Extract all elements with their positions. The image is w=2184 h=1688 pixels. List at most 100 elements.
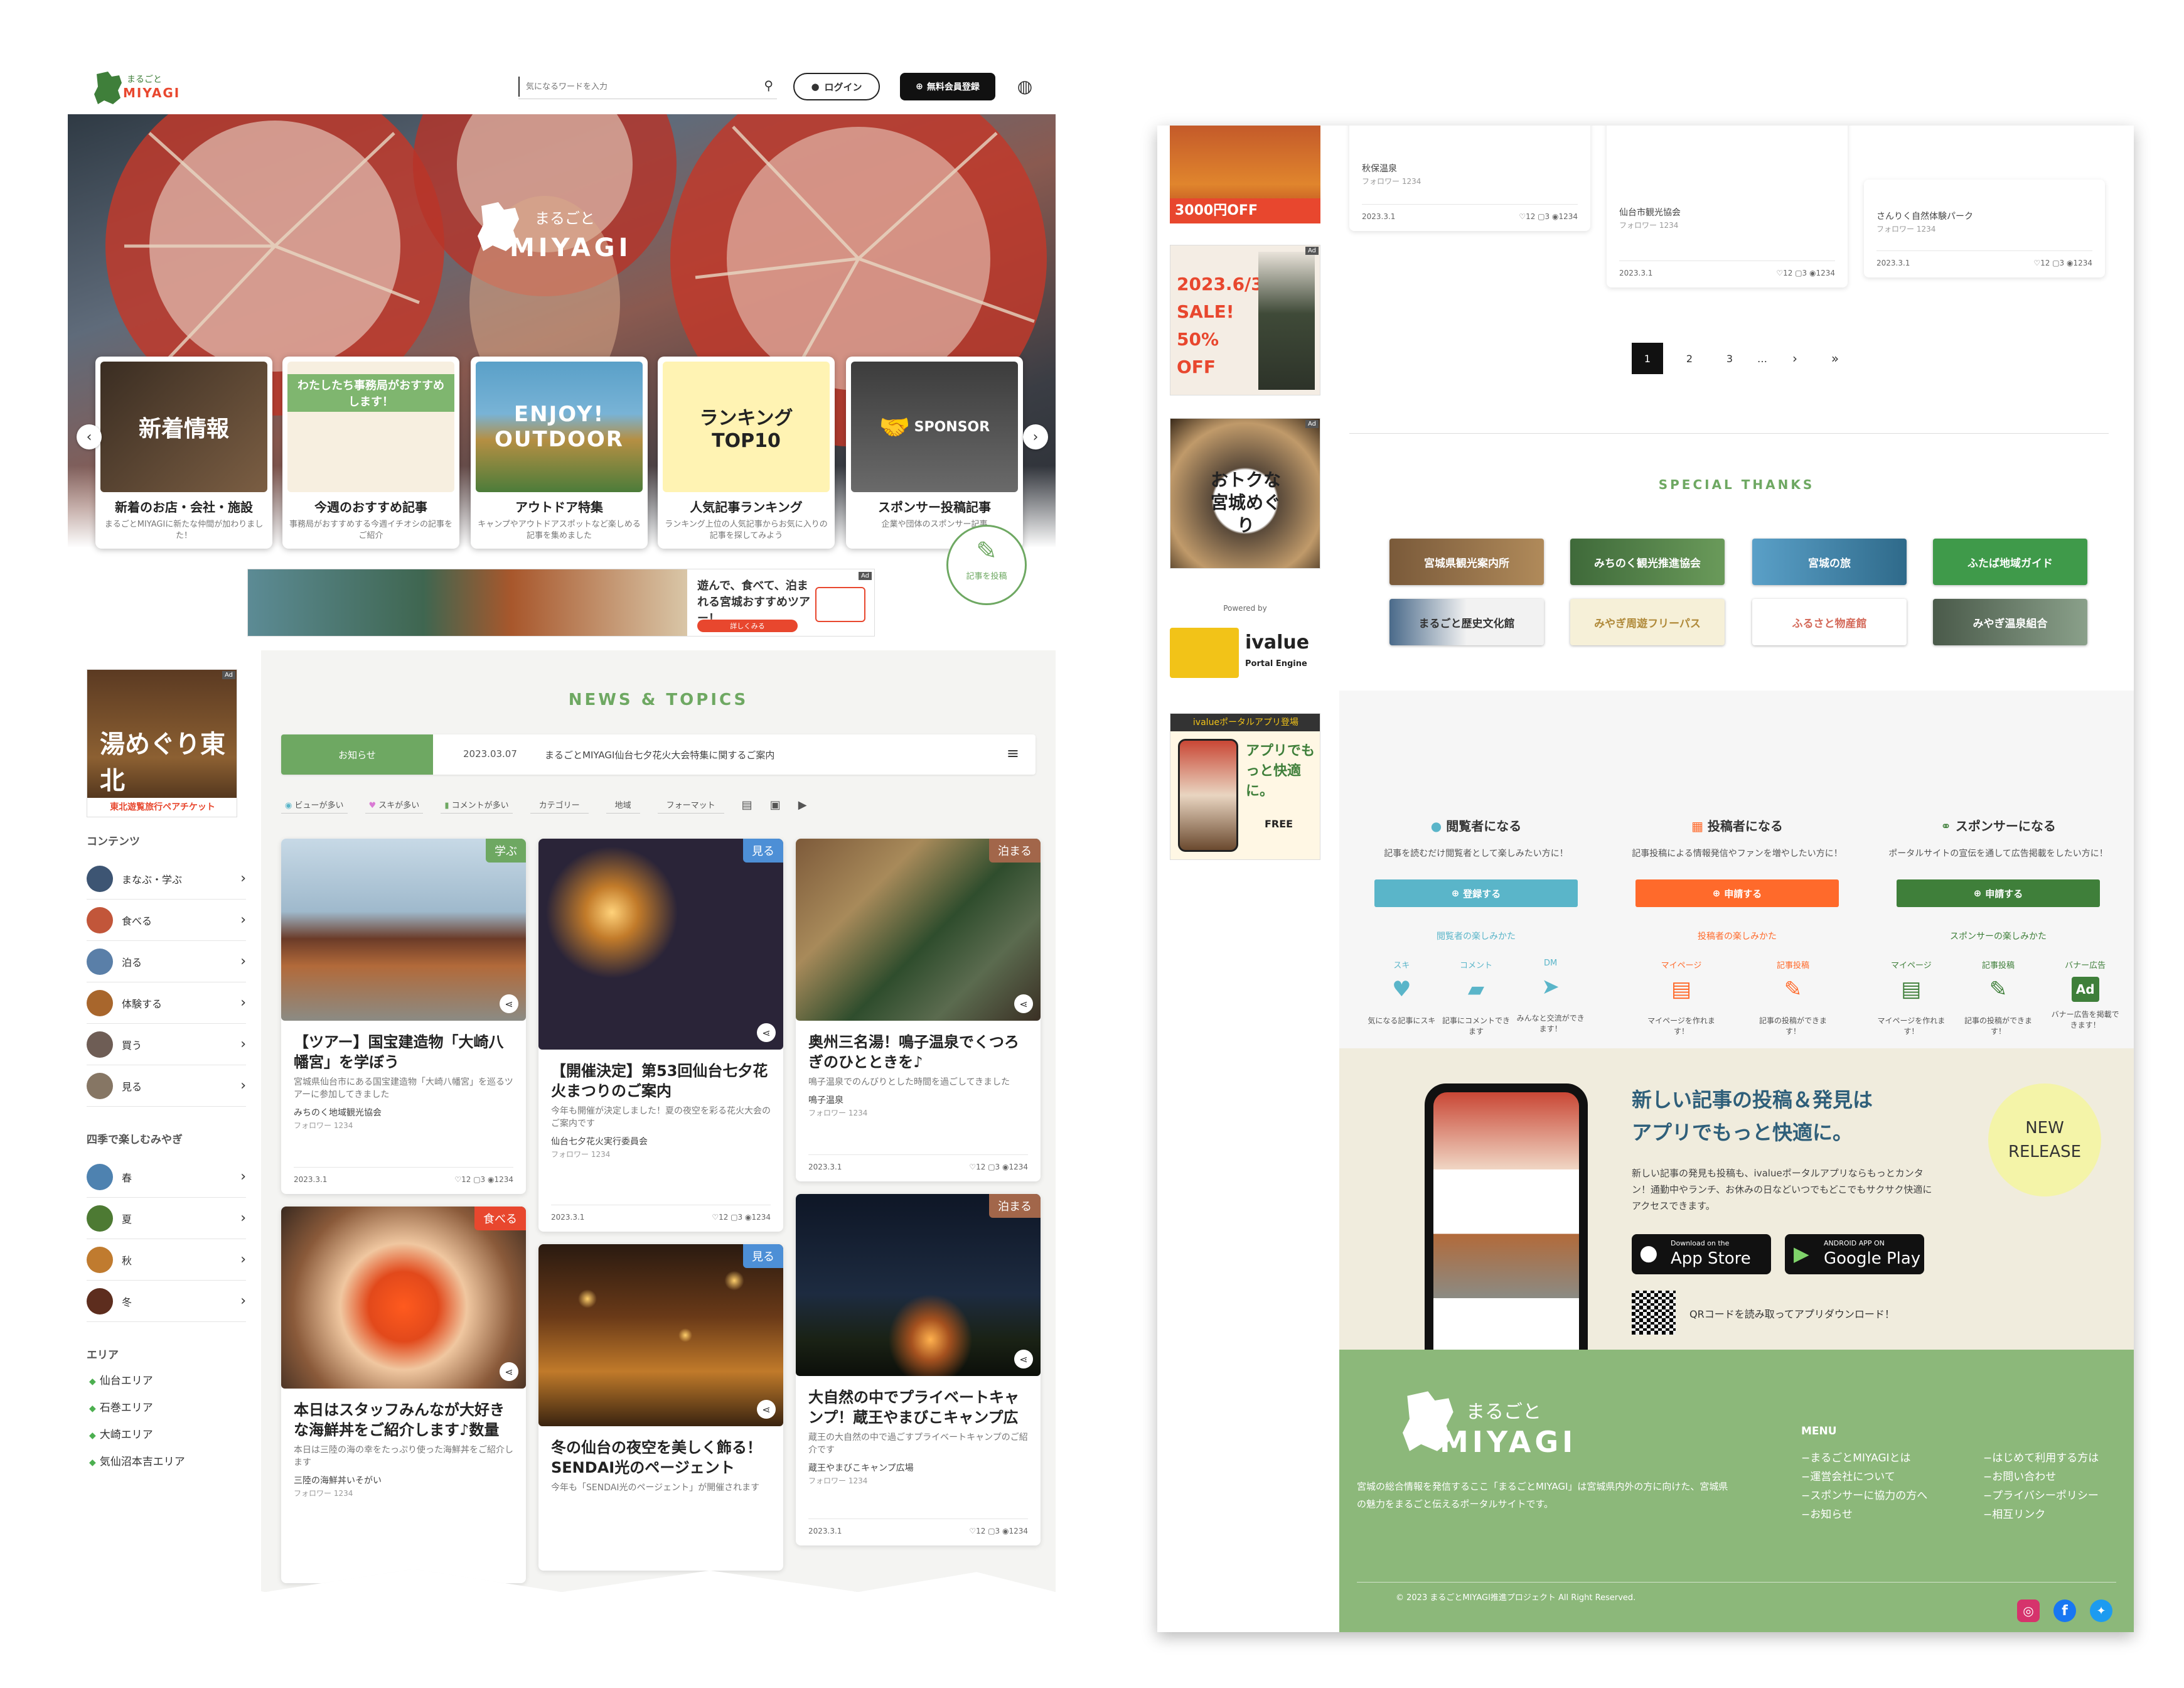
facebook-icon[interactable]: f xyxy=(2053,1599,2076,1622)
article-author[interactable]: 蔵王やまびこキャンプ広場 xyxy=(796,1456,1041,1474)
share-icon[interactable]: ⋖ xyxy=(757,1400,776,1419)
footer-link[interactable]: −お知らせ xyxy=(1801,1505,1977,1524)
article-card[interactable]: 食べる ⋖ 本日はスタッフみんなが大好きな海鮮丼をご紹介します♪数量 本日は三陸の… xyxy=(281,1207,526,1583)
image-icon[interactable]: ▣ xyxy=(770,798,781,812)
last-page-button[interactable]: » xyxy=(1821,343,1849,374)
article-card[interactable]: 泊まる ⋖ 奥州三名湯！鳴子温泉でくつろぎのひとときを♪ 鳴子温泉でのんびりとした… xyxy=(796,839,1041,1181)
post-article-button[interactable]: ✎ 記事を投稿 xyxy=(946,525,1027,605)
sponsor-logo[interactable]: みやぎ周遊フリーパス xyxy=(1570,599,1725,645)
sponsor-apply-button[interactable]: ⊕ 申請する xyxy=(1897,879,2100,907)
banner-ad-cta[interactable]: 詳しくみる xyxy=(697,620,798,632)
sidebar-item-shop[interactable]: 買う › xyxy=(87,1024,246,1065)
notice-bar[interactable]: お知らせ 2023.03.07 まるごとMIYAGI仙台七夕花火大会特集に関する… xyxy=(281,734,1036,775)
search-bar[interactable]: ⚲ xyxy=(518,74,777,99)
menu-icon[interactable]: ≡ xyxy=(1007,745,1019,762)
area-link[interactable]: 石巻エリア xyxy=(89,1399,261,1414)
sidebar-item-stay[interactable]: 泊る › xyxy=(87,941,246,982)
search-icon[interactable]: ⚲ xyxy=(764,78,773,93)
share-icon[interactable]: ⋖ xyxy=(1014,1350,1033,1368)
banner-ad[interactable]: 遊んで、食べて、泊まれる宮城おすすめツアー！ 詳しくみる Ad xyxy=(247,569,875,637)
footer-link[interactable]: −はじめて利用する方は xyxy=(1983,1449,2128,1468)
share-icon[interactable]: ⋖ xyxy=(757,1023,776,1042)
tile-outdoor[interactable]: ENJOY! OUTDOOR アウトドア特集 キャンプやアウトドアスポットなど楽… xyxy=(471,357,648,549)
article-card[interactable]: 仙台市観光協会 フォロワー 1234 2023.3.1 ♡12 ▢3 ◉1234 xyxy=(1607,126,1848,288)
sponsor-logo[interactable]: 宮城県観光案内所 xyxy=(1389,539,1544,585)
filter-comments[interactable]: ▮ コメントが多い xyxy=(441,796,513,814)
page-2-button[interactable]: 2 xyxy=(1676,343,1703,374)
sidebar-item-winter[interactable]: 冬 › xyxy=(87,1281,246,1322)
page-3-button[interactable]: 3 xyxy=(1716,343,1743,374)
document-icon[interactable]: ▤ xyxy=(742,798,752,812)
sponsor-logo[interactable]: みちのく観光推進協会 xyxy=(1570,539,1725,585)
article-author[interactable]: みちのく地域観光協会 xyxy=(281,1101,526,1119)
carousel-prev-button[interactable]: ‹ xyxy=(77,424,102,449)
footer-link[interactable]: −お問い合わせ xyxy=(1983,1468,2128,1486)
footer-link[interactable]: −スポンサーに協力の方へ xyxy=(1801,1486,1977,1505)
share-icon[interactable]: ⋖ xyxy=(1014,994,1033,1013)
side-ad[interactable]: 3000円OFF xyxy=(1170,126,1320,223)
site-logo[interactable]: まるごと MIYAGI xyxy=(90,68,179,108)
notice-text[interactable]: まるごとMIYAGI仙台七夕花火大会特集に関するご案内 xyxy=(545,748,774,761)
carousel-next-button[interactable]: › xyxy=(1023,424,1048,449)
notice-tab[interactable]: お知らせ xyxy=(281,734,433,775)
sidebar-ad[interactable]: 湯めぐり東北 東北遊覧旅行ペアチケット Ad xyxy=(87,669,237,817)
next-page-button[interactable]: › xyxy=(1781,343,1809,374)
sidebar-item-learn[interactable]: まなぶ・学ぶ › xyxy=(87,858,246,900)
article-author[interactable]: 鳴子温泉 xyxy=(796,1089,1041,1106)
footer-link[interactable]: −まるごとMIYAGIとは xyxy=(1801,1449,1977,1468)
tile-sponsor[interactable]: 🤝 SPONSOR スポンサー投稿記事 企業や団体のスポンサー記事 xyxy=(846,357,1023,549)
side-ad[interactable]: 2023.6/30 SALE! 50% OFF Ad xyxy=(1170,245,1320,395)
filter-format[interactable]: フォーマット xyxy=(657,796,724,814)
tile-weekly-picks[interactable]: わたしたち事務局がおすすめします！ 今週のおすすめ記事 事務局がおすすめする今週… xyxy=(282,357,459,549)
sidebar-item-eat[interactable]: 食べる › xyxy=(87,900,246,941)
footer-link[interactable]: −運営会社について xyxy=(1801,1468,1977,1486)
article-card[interactable]: 見る ⋖ 冬の仙台の夜空を美しく飾る！SENDAI光のページェント 今年も「SEN… xyxy=(538,1244,783,1571)
instagram-icon[interactable]: ◎ xyxy=(2017,1599,2040,1622)
sponsor-logo[interactable]: みやぎ温泉組合 xyxy=(1933,599,2087,645)
filter-likes[interactable]: ♥ スキが多い xyxy=(365,796,424,814)
app-store-button[interactable]: ● Download on the App Store xyxy=(1632,1234,1771,1274)
article-card[interactable]: 見る ⋖ 【開催決定】第53回仙台七夕花火まつりのご案内 今年も開催が決定しました… xyxy=(538,839,783,1232)
app-side-ad[interactable]: ivalueポータルアプリ登場 アプリでもっと快適に。 FREE xyxy=(1170,713,1320,860)
footer-logo[interactable]: まるごと MIYAGI xyxy=(1396,1384,1584,1459)
article-author[interactable]: 秋保温泉 xyxy=(1349,157,1590,175)
article-author[interactable]: さんりく自然体験パーク xyxy=(1864,205,2105,222)
sidebar-item-spring[interactable]: 春 › xyxy=(87,1156,246,1198)
globe-icon[interactable]: ◍ xyxy=(1013,74,1037,98)
sponsor-logo[interactable]: まるごと歴史文化館 xyxy=(1389,599,1544,645)
ivalue-logo[interactable]: ivalue Portal Engine xyxy=(1170,628,1320,678)
article-card[interactable]: 泊まる ⋖ 大自然の中でプライベートキャンプ！蔵王やまびこキャンプ広 蔵王の大自然… xyxy=(796,1194,1041,1546)
share-icon[interactable]: ⋖ xyxy=(500,1362,518,1381)
article-author[interactable]: 仙台市観光協会 xyxy=(1607,201,1848,218)
sidebar-item-experience[interactable]: 体験する › xyxy=(87,982,246,1024)
page-1-button[interactable]: 1 xyxy=(1632,343,1663,374)
side-ad[interactable]: おトクな宮城めぐり Ad xyxy=(1170,418,1320,569)
footer-link[interactable]: −相互リンク xyxy=(1983,1505,2128,1524)
video-icon[interactable]: ▶ xyxy=(798,798,807,812)
twitter-icon[interactable]: ✦ xyxy=(2090,1599,2112,1622)
sidebar-item-autumn[interactable]: 秋 › xyxy=(87,1239,246,1281)
footer-link[interactable]: −プライバシーポリシー xyxy=(1983,1486,2128,1505)
viewer-register-button[interactable]: ⊕ 登録する xyxy=(1374,879,1578,907)
article-card[interactable]: 秋保温泉 フォロワー 1234 2023.3.1 ♡12 ▢3 ◉1234 xyxy=(1349,126,1590,231)
poster-apply-button[interactable]: ⊕ 申請する xyxy=(1635,879,1839,907)
tile-ranking[interactable]: ランキング TOP10 人気記事ランキング ランキング上位の人気記事からお気に入… xyxy=(658,357,835,549)
sponsor-logo[interactable]: 宮城の旅 xyxy=(1752,539,1907,585)
login-button[interactable]: ● ログイン xyxy=(793,73,880,100)
article-card[interactable]: さんりく自然体験パーク フォロワー 1234 2023.3.1 ♡12 ▢3 ◉1… xyxy=(1864,180,2105,277)
tile-new-shops[interactable]: 新着情報 新着のお店・会社・施設 まるごとMIYAGIに新たな仲間が加わりました… xyxy=(95,357,272,549)
area-link[interactable]: 仙台エリア xyxy=(89,1372,261,1387)
area-link[interactable]: 大崎エリア xyxy=(89,1426,261,1441)
article-author[interactable]: 仙台七夕花火実行委員会 xyxy=(538,1130,783,1148)
google-play-button[interactable]: ▶ ANDROID APP ON Google Play xyxy=(1785,1234,1924,1274)
register-button[interactable]: ⊕ 無料会員登録 xyxy=(900,73,995,100)
filter-region[interactable]: 地域 xyxy=(606,796,640,814)
sidebar-item-summer[interactable]: 夏 › xyxy=(87,1198,246,1239)
area-link[interactable]: 気仙沼本吉エリア xyxy=(89,1453,261,1468)
sponsor-logo[interactable]: ふるさと物産館 xyxy=(1752,599,1907,645)
filter-views[interactable]: ◉ ビューが多い xyxy=(281,796,348,814)
share-icon[interactable]: ⋖ xyxy=(500,994,518,1013)
article-author[interactable]: 三陸の海鮮丼いそがい xyxy=(281,1469,526,1486)
search-input[interactable] xyxy=(518,77,744,97)
article-card[interactable]: 学ぶ ⋖ 【ツアー】国宝建造物「大崎八幡宮」を学ぼう 宮城県仙台市にある国宝建造物… xyxy=(281,839,526,1194)
